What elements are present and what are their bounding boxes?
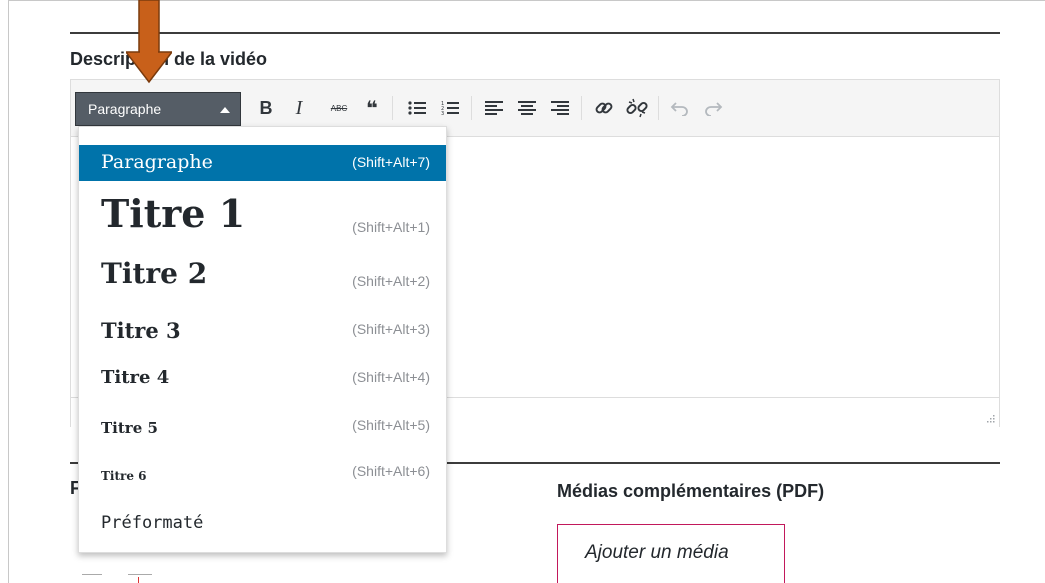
option-shortcut: (Shift+Alt+5) xyxy=(352,417,430,433)
toolbar-separator xyxy=(471,96,472,120)
format-option-titre-3[interactable]: Titre 3 (Shift+Alt+3) xyxy=(79,309,446,355)
format-option-paragraphe[interactable]: Paragraphe (Shift+Alt+7) xyxy=(79,145,446,181)
section-divider xyxy=(70,32,1000,34)
blockquote-icon: ❝ xyxy=(366,96,378,120)
option-label: Préformaté xyxy=(101,513,204,533)
bullet-list-icon xyxy=(408,101,426,115)
toolbar-separator xyxy=(392,96,393,120)
toolbar-separator xyxy=(581,96,582,120)
italic-button[interactable]: I xyxy=(286,94,312,122)
resize-handle-icon[interactable] xyxy=(985,413,995,423)
unlink-button[interactable] xyxy=(624,94,650,122)
option-label: Titre 4 xyxy=(101,367,170,388)
link-icon xyxy=(595,102,613,114)
format-dropdown-menu: Paragraphe (Shift+Alt+7) Titre 1 (Shift+… xyxy=(78,126,447,553)
align-right-button[interactable] xyxy=(547,94,573,122)
option-shortcut: (Shift+Alt+6) xyxy=(352,463,430,479)
align-right-icon xyxy=(551,101,569,115)
align-center-button[interactable] xyxy=(514,94,540,122)
link-button[interactable] xyxy=(591,94,617,122)
blockquote-button[interactable]: ❝ xyxy=(359,94,385,122)
strikethrough-icon: ABC xyxy=(330,103,348,113)
numbered-list-button[interactable]: 1 2 3 xyxy=(437,94,463,122)
format-option-titre-2[interactable]: Titre 2 (Shift+Alt+2) xyxy=(79,253,446,305)
format-option-preformate[interactable]: Préformaté xyxy=(79,505,446,549)
option-label: Titre 6 xyxy=(101,469,147,483)
bold-button[interactable]: B xyxy=(253,94,279,122)
format-option-titre-6[interactable]: Titre 6 (Shift+Alt+6) xyxy=(79,457,446,501)
option-shortcut: (Shift+Alt+7) xyxy=(352,154,430,170)
option-label: Titre 2 xyxy=(101,257,208,290)
medias-section-title: Médias complémentaires (PDF) xyxy=(557,481,825,501)
align-center-icon xyxy=(518,101,536,115)
option-label: Titre 5 xyxy=(101,419,158,437)
arrow-down-icon xyxy=(126,0,172,84)
option-shortcut: (Shift+Alt+3) xyxy=(352,321,430,337)
svg-text:3: 3 xyxy=(441,111,444,117)
bold-icon: B xyxy=(259,97,273,118)
align-left-button[interactable] xyxy=(481,94,507,122)
italic-icon: I xyxy=(295,96,303,119)
add-media-label: Ajouter un média xyxy=(585,542,729,563)
format-option-titre-4[interactable]: Titre 4 (Shift+Alt+4) xyxy=(79,359,446,405)
strikethrough-button[interactable]: ABC xyxy=(326,94,352,122)
option-label: Paragraphe xyxy=(101,151,213,173)
format-option-titre-5[interactable]: Titre 5 (Shift+Alt+5) xyxy=(79,409,446,453)
unlink-icon xyxy=(626,98,648,118)
option-shortcut: (Shift+Alt+2) xyxy=(352,273,430,289)
undo-button[interactable] xyxy=(667,94,693,122)
caret-up-icon xyxy=(220,107,230,113)
bullet-list-button[interactable] xyxy=(404,94,430,122)
undo-icon xyxy=(670,102,688,116)
option-shortcut: (Shift+Alt+1) xyxy=(352,219,430,235)
align-left-icon xyxy=(485,101,503,115)
toolbar-separator xyxy=(658,96,659,120)
format-select-value: Paragraphe xyxy=(88,101,162,117)
redo-button[interactable] xyxy=(700,94,726,122)
numbered-list-icon: 1 2 3 xyxy=(441,101,459,117)
option-shortcut: (Shift+Alt+4) xyxy=(352,369,430,385)
media-thumbnail[interactable] xyxy=(80,560,176,583)
option-label: Titre 3 xyxy=(101,318,181,343)
format-option-titre-1[interactable]: Titre 1 (Shift+Alt+1) xyxy=(79,187,446,249)
format-select[interactable]: Paragraphe xyxy=(75,92,241,126)
option-label: Titre 1 xyxy=(101,191,246,236)
redo-icon xyxy=(705,102,723,116)
add-media-button[interactable]: Ajouter un média xyxy=(557,524,785,583)
